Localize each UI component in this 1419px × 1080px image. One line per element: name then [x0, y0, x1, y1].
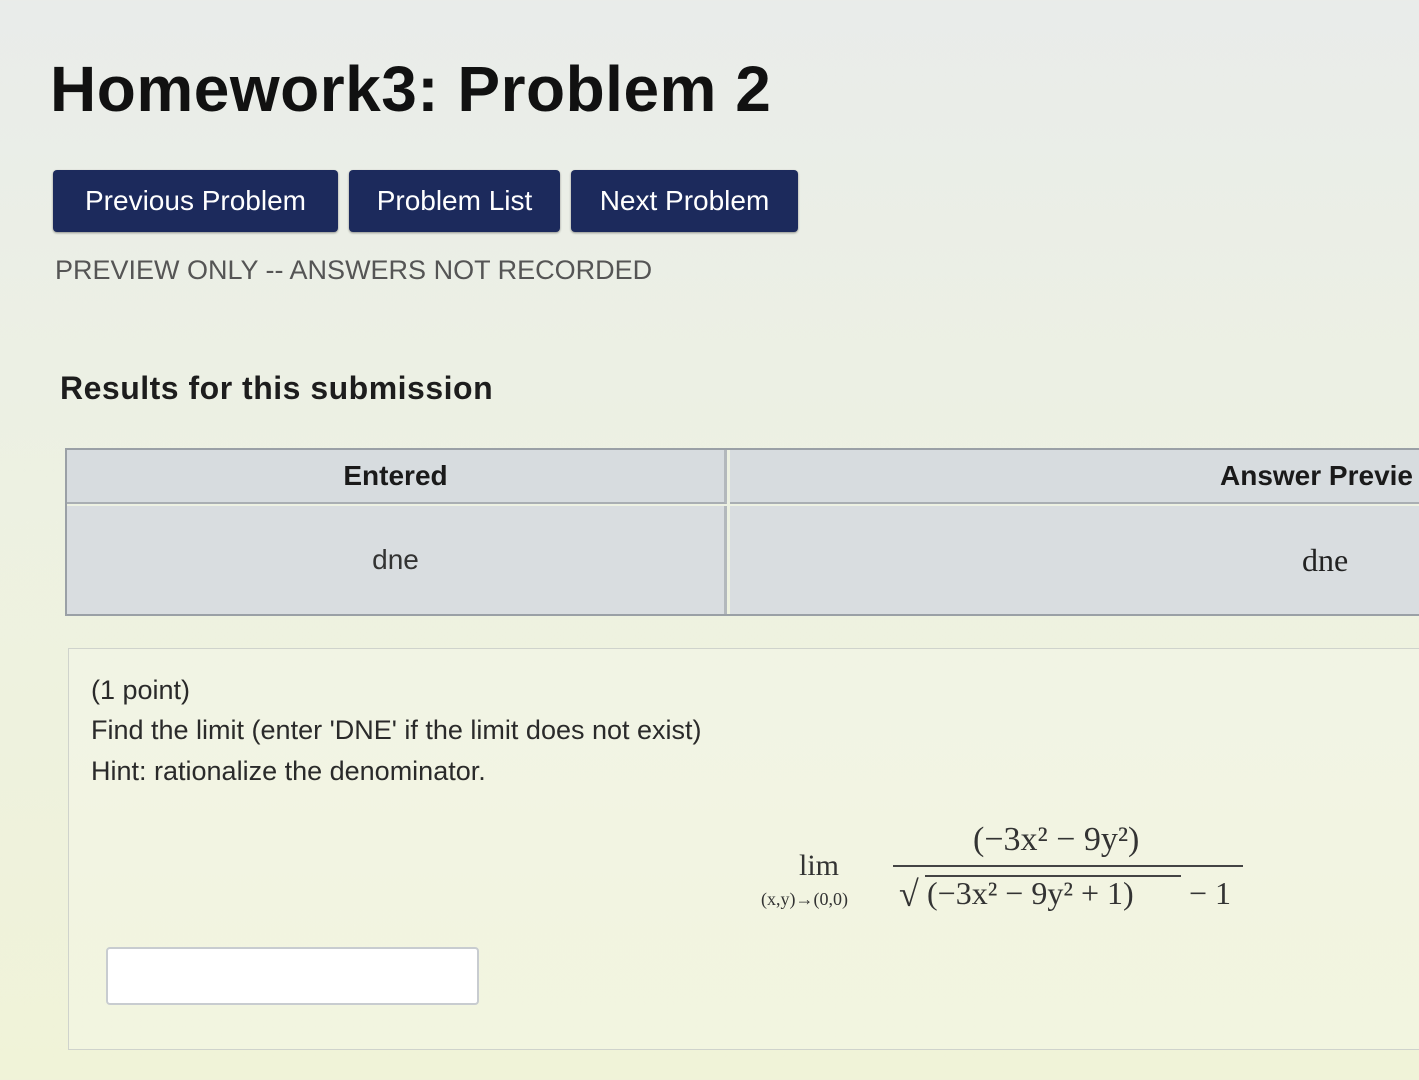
problem-body: (1 point) Find the limit (enter 'DNE' if… — [68, 648, 1419, 1050]
problem-question: Find the limit (enter 'DNE' if the limit… — [91, 715, 702, 745]
entered-column-header: Entered — [67, 450, 727, 504]
results-heading: Results for this submission — [60, 370, 494, 406]
limit-subscript: (x,y)→(0,0) — [761, 889, 848, 909]
problem-hint: Hint: rationalize the denominator. — [91, 756, 486, 786]
preview-only-notice: PREVIEW ONLY -- ANSWERS NOT RECORDED — [55, 255, 653, 285]
fraction-denominator-tail: − 1 — [1189, 875, 1232, 911]
previous-problem-button[interactable]: Previous Problem — [53, 170, 338, 232]
limit-operator: lim — [799, 849, 840, 882]
problem-list-button[interactable]: Problem List — [349, 170, 560, 232]
limit-expression: lim (x,y)→(0,0) (−3x² − 9y²) √ (−3x² − 9… — [761, 817, 1251, 917]
answer-preview-column-header: Answer Previe — [730, 450, 1419, 504]
square-root-icon: √ — [899, 874, 919, 914]
fraction-denominator-radicand: (−3x² − 9y² + 1) — [927, 875, 1134, 911]
results-table: Entered Answer Previe dne dne — [65, 448, 1419, 616]
page-title: Homework3: Problem 2 — [50, 53, 772, 125]
entered-answer-cell: dne — [67, 506, 727, 614]
fraction-numerator: (−3x² − 9y²) — [973, 821, 1140, 858]
answer-input[interactable] — [106, 947, 479, 1005]
next-problem-button[interactable]: Next Problem — [571, 170, 798, 232]
problem-points: (1 point) — [91, 675, 191, 705]
fraction-bar — [893, 865, 1243, 867]
answer-preview-cell: dne — [730, 506, 1419, 614]
